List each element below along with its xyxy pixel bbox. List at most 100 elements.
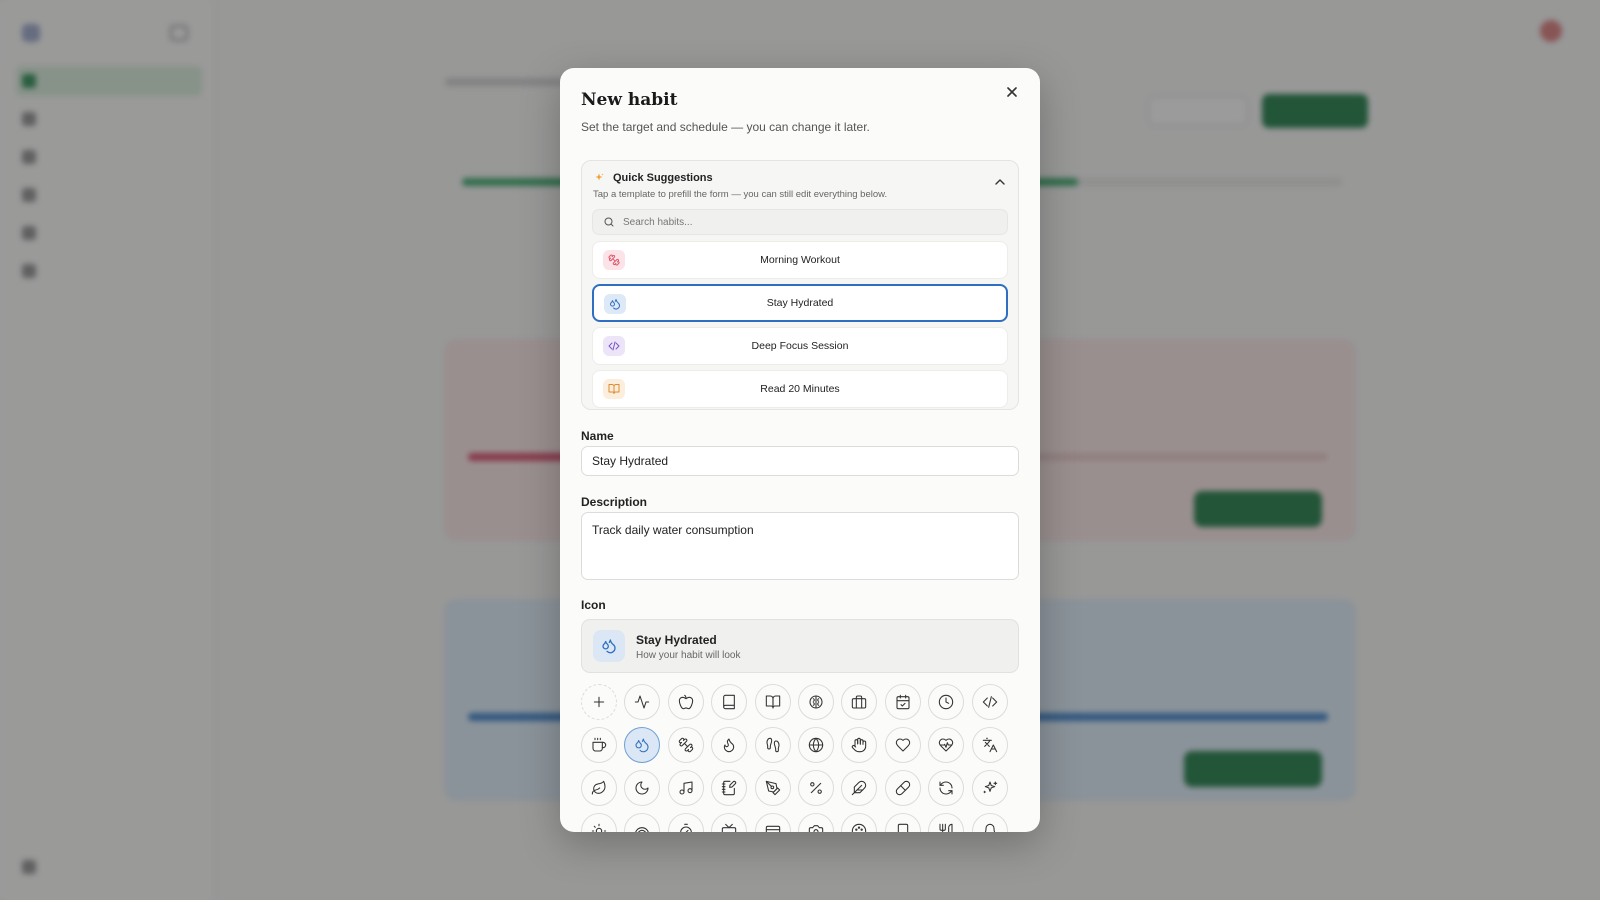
pen-tool-icon — [765, 780, 780, 796]
close-button[interactable] — [1000, 80, 1024, 104]
percent-icon-option[interactable] — [797, 770, 834, 806]
utensils-icon-option[interactable] — [928, 813, 965, 832]
sun-icon-option[interactable] — [581, 813, 617, 832]
dumbbell-icon — [678, 737, 694, 753]
calendar-icon-option[interactable] — [884, 684, 921, 720]
timer-icon-option[interactable] — [667, 813, 704, 832]
footprints-icon-option[interactable] — [754, 727, 791, 763]
dumbbell-icon-option[interactable] — [667, 727, 704, 763]
sparkles-icon — [595, 173, 604, 181]
palette-icon — [852, 823, 867, 832]
search-input[interactable] — [623, 216, 1003, 228]
languages-icon — [982, 737, 997, 753]
percent-icon — [810, 782, 822, 794]
brain-icon-option[interactable] — [797, 684, 834, 720]
apple-icon — [678, 694, 693, 710]
droplets-icon-option[interactable] — [624, 727, 661, 763]
flame-icon-option[interactable] — [711, 727, 748, 763]
camera-icon-option[interactable] — [797, 813, 834, 832]
suggestion-search — [592, 209, 1008, 235]
coffee-icon — [592, 737, 607, 752]
globe-icon-option[interactable] — [797, 727, 834, 763]
camera-icon — [808, 825, 824, 832]
pen-tool-icon-option[interactable] — [754, 770, 791, 806]
activity-icon-option[interactable] — [624, 684, 661, 720]
sun-icon — [591, 823, 607, 832]
feather-icon-option[interactable] — [841, 770, 878, 806]
palette-icon-option[interactable] — [841, 813, 878, 832]
quick-suggestions-panel: Quick Suggestions Tap a template to pref… — [581, 160, 1019, 410]
feather-icon — [852, 780, 867, 796]
refresh-icon-option[interactable] — [928, 770, 965, 806]
search-icon — [604, 217, 614, 227]
hand-icon-option[interactable] — [841, 727, 878, 763]
moon-icon-option[interactable] — [624, 770, 661, 806]
bell-icon-option[interactable] — [971, 813, 1008, 832]
suggestion-label: Stay Hydrated — [766, 297, 834, 309]
book-open-icon-option[interactable] — [754, 684, 791, 720]
notebook-pen-icon-option[interactable] — [711, 770, 748, 806]
tv-icon-option[interactable] — [711, 813, 748, 832]
icon-label: Icon — [581, 598, 606, 612]
suggestion-label: Deep Focus Session — [751, 340, 849, 352]
book-open-icon — [603, 379, 625, 399]
book-open-icon — [765, 695, 780, 709]
icon-preview-card: Stay Hydrated How your habit will look — [581, 619, 1019, 673]
languages-icon-option[interactable] — [971, 727, 1008, 763]
dialog-subtitle: Set the target and schedule — you can ch… — [581, 120, 870, 134]
heart-icon-option[interactable] — [884, 727, 921, 763]
code-icon-option[interactable] — [971, 684, 1008, 720]
smartphone-icon-option[interactable] — [884, 813, 921, 832]
hand-icon — [852, 737, 867, 753]
suggestion-stay-hydrated[interactable]: Stay Hydrated — [592, 284, 1008, 322]
description-label: Description — [581, 495, 648, 509]
suggestion-label: Morning Workout — [760, 254, 840, 266]
droplets-icon — [604, 294, 626, 314]
book-icon — [723, 694, 736, 710]
clock-icon-option[interactable] — [928, 684, 965, 720]
sparkles-icon-option[interactable] — [971, 770, 1008, 806]
briefcase-icon — [852, 695, 867, 709]
suggestion-label: Read 20 Minutes — [760, 383, 840, 395]
name-input[interactable] — [581, 446, 1019, 476]
bell-icon — [984, 823, 995, 832]
heart-pulse-icon-option[interactable] — [928, 727, 965, 763]
dumbbell-icon — [603, 250, 625, 270]
code-icon — [603, 336, 625, 356]
heart-icon — [895, 738, 910, 752]
quick-suggestions-title: Quick Suggestions — [613, 172, 713, 184]
leaf-icon — [591, 780, 606, 795]
new-habit-dialog: New habit Set the target and schedule — … — [560, 68, 1040, 832]
suggestion-list: Morning Workout Stay Hydrated Deep Focus… — [592, 241, 1008, 409]
apple-icon-option[interactable] — [667, 684, 704, 720]
leaf-icon-option[interactable] — [581, 770, 617, 806]
activity-icon — [635, 695, 650, 709]
suggestion-morning-workout[interactable]: Morning Workout — [592, 241, 1008, 279]
droplets-icon — [593, 630, 625, 662]
clock-icon — [938, 694, 954, 710]
coffee-icon-option[interactable] — [581, 727, 617, 763]
rainbow-icon — [635, 827, 650, 832]
wallet-icon-option[interactable] — [754, 813, 791, 832]
droplets-icon — [635, 738, 649, 753]
quick-suggestions-hint: Tap a template to prefill the form — you… — [593, 189, 888, 200]
code-icon — [982, 696, 997, 708]
pill-icon-option[interactable] — [884, 770, 921, 806]
quick-suggestions-header: Quick Suggestions — [593, 172, 713, 184]
timer-icon — [679, 823, 692, 832]
description-textarea[interactable]: Track daily water consumption — [581, 512, 1019, 580]
music-icon-option[interactable] — [667, 770, 704, 806]
suggestion-deep-focus-session[interactable]: Deep Focus Session — [592, 327, 1008, 365]
notebook-pen-icon — [721, 780, 737, 796]
music-icon — [679, 781, 693, 795]
utensils-icon — [939, 823, 953, 832]
smartphone-icon — [897, 823, 908, 832]
book-icon-option[interactable] — [711, 684, 748, 720]
heart-pulse-icon — [938, 738, 954, 752]
add-icon-option[interactable] — [581, 684, 617, 720]
collapse-suggestions-button[interactable] — [992, 175, 1008, 189]
rainbow-icon-option[interactable] — [624, 813, 661, 832]
tv-icon — [721, 823, 737, 832]
suggestion-read-20-minutes[interactable]: Read 20 Minutes — [592, 370, 1008, 408]
briefcase-icon-option[interactable] — [841, 684, 878, 720]
